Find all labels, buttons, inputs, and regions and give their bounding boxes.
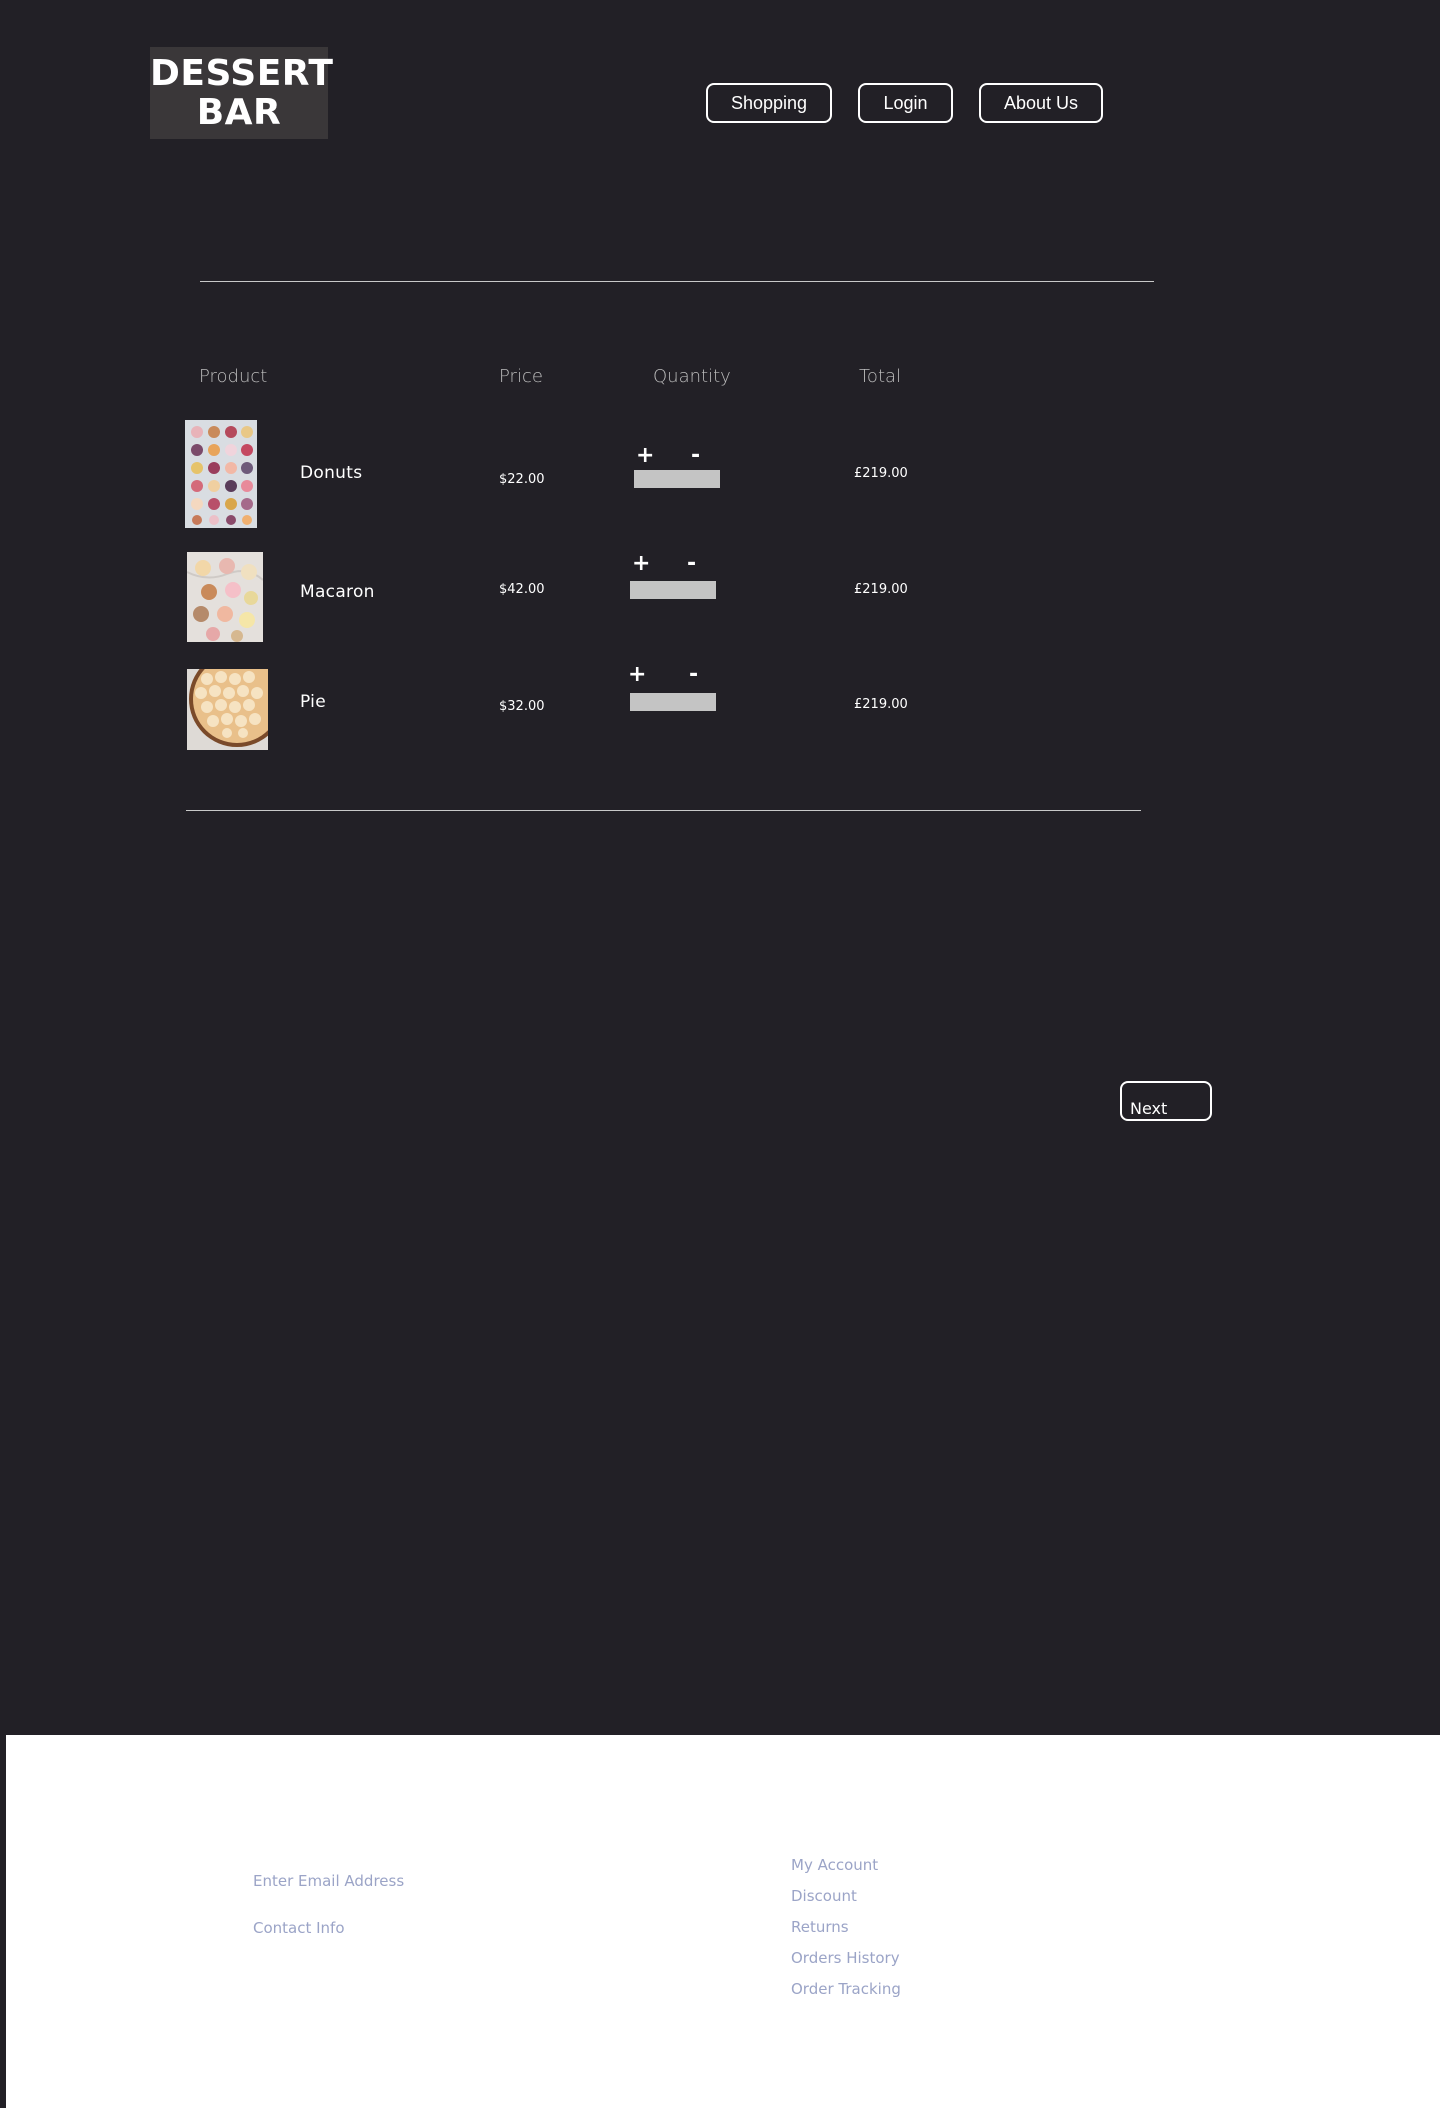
email-input[interactable]: Enter Email Address	[253, 1872, 404, 1890]
nav-about-button[interactable]: About Us	[979, 83, 1103, 123]
logo-line-1: DESSERT	[150, 53, 334, 94]
quantity-field[interactable]	[630, 693, 716, 711]
footer-link-my-account[interactable]: My Account	[791, 1856, 878, 1874]
product-name: Macaron	[300, 582, 375, 602]
macarons-image[interactable]	[187, 552, 263, 642]
donuts-image[interactable]	[185, 420, 257, 528]
logo[interactable]: DESSERT BAR	[150, 47, 334, 139]
product-price: $22.00	[499, 472, 545, 487]
nav-shopping-button[interactable]: Shopping	[706, 83, 832, 123]
quantity-plus-button[interactable]: +	[636, 445, 654, 467]
quantity-field[interactable]	[630, 581, 716, 599]
footer-link-discount[interactable]: Discount	[791, 1887, 857, 1905]
column-header-price: Price	[499, 366, 543, 387]
line-total: £219.00	[854, 466, 908, 481]
footer-link-orders-history[interactable]: Orders History	[791, 1949, 900, 1967]
product-name: Donuts	[300, 463, 363, 483]
line-total: £219.00	[854, 697, 908, 712]
footer: Enter Email Address Contact Info My Acco…	[6, 1735, 1440, 2108]
product-name: Pie	[300, 692, 326, 712]
quantity-minus-button[interactable]: -	[687, 553, 696, 575]
product-price: $32.00	[499, 699, 545, 714]
column-header-total: Total	[859, 366, 902, 387]
nav-login-button[interactable]: Login	[858, 83, 953, 123]
quantity-plus-button[interactable]: +	[628, 664, 646, 686]
quantity-minus-button[interactable]: -	[689, 664, 698, 686]
quantity-minus-button[interactable]: -	[691, 445, 700, 467]
pie-image[interactable]	[187, 669, 268, 750]
contact-info-link[interactable]: Contact Info	[253, 1919, 345, 1937]
product-price: $42.00	[499, 582, 545, 597]
quantity-plus-button[interactable]: +	[632, 553, 650, 575]
footer-link-returns[interactable]: Returns	[791, 1918, 849, 1936]
bottom-divider	[186, 810, 1141, 811]
footer-link-order-tracking[interactable]: Order Tracking	[791, 1980, 901, 1998]
line-total: £219.00	[854, 582, 908, 597]
column-header-product: Product	[199, 366, 268, 387]
column-header-quantity: Quantity	[653, 366, 731, 387]
top-divider	[200, 281, 1154, 282]
quantity-field[interactable]	[634, 470, 720, 488]
next-button[interactable]: Next	[1120, 1081, 1212, 1121]
logo-line-2: BAR	[196, 92, 282, 133]
